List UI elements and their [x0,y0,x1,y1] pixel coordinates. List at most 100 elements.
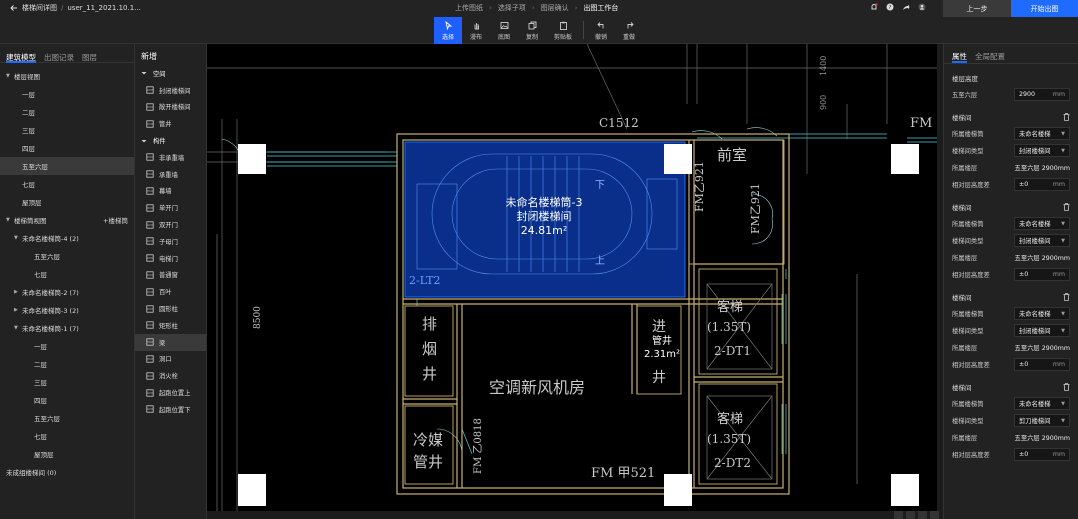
component-item[interactable]: 普通窗 [135,267,206,284]
tool-pan[interactable]: 漫布 [462,17,490,44]
property-select[interactable]: 未命名楼梯 ▼ [1014,127,1070,140]
trash-icon[interactable] [1063,293,1070,301]
tab-layers[interactable]: 图层 [82,52,97,62]
tree-item[interactable]: 七层 [0,427,134,445]
shaft-label[interactable]: 管井 2.31m² [642,335,682,361]
property-select[interactable]: 封闭楼梯间 ▼ [1014,234,1070,247]
crumb-layer-confirm[interactable]: 图层确认 [541,3,569,13]
prev-step-button[interactable]: 上一步 [943,0,1011,17]
notification-icon[interactable] [870,3,878,11]
tree-item[interactable]: 五至六层 [0,157,134,175]
height-diff-input[interactable]: ±0 mm [1014,268,1070,281]
crumb-select-item[interactable]: 选择子项 [498,3,526,13]
trash-icon[interactable] [1063,383,1070,391]
component-item[interactable]: 梁 [135,333,206,351]
view-fit-icon[interactable] [906,511,915,519]
component-group[interactable]: 构件 [135,132,206,149]
tree-item[interactable]: ▼ 楼层视图 [0,67,134,85]
tree-item[interactable]: 三层 [0,373,134,391]
tree-item[interactable]: 未成组楼梯间 (0) [0,463,134,481]
tree-item[interactable]: ▼ 未命名楼梯筒-4 (2) [0,229,134,247]
property-select[interactable]: 未命名楼梯 ▼ [1014,307,1070,320]
tree-item[interactable]: 七层 [0,175,134,193]
tree-item[interactable]: 二层 [0,103,134,121]
chevron-down-icon[interactable]: ▼ [6,217,14,223]
tool-copy[interactable]: 复制 [518,17,546,44]
add-stair-tube-button[interactable]: +楼梯筒 [103,215,128,225]
component-item[interactable]: 子母门 [135,233,206,250]
tab-global-config[interactable]: 全局配置 [975,51,1005,63]
chevron-right-icon[interactable]: ▶ [14,307,22,313]
tree-item[interactable]: 四层 [0,391,134,409]
trash-icon[interactable] [1063,203,1070,211]
tree-item[interactable]: 二层 [0,355,134,373]
chevron-down-icon[interactable]: ▼ [6,73,14,79]
component-item[interactable]: 百叶 [135,283,206,300]
floor-height-input[interactable]: 2900 mm [1014,88,1070,101]
view-minus-icon[interactable] [930,511,939,519]
tab-properties[interactable]: 属性 [952,51,967,63]
height-diff-input[interactable]: ±0 mm [1014,448,1070,461]
component-item[interactable]: 非承重墙 [135,149,206,166]
component-group[interactable]: 空间 [135,65,206,82]
tree-item[interactable]: 五至六层 [0,409,134,427]
component-item[interactable]: 幕墙 [135,183,206,200]
tree-item[interactable]: 一层 [0,337,134,355]
horizontal-scrollbar[interactable] [207,511,943,519]
back-button[interactable]: 楼梯间详图 / user_11_2021.10.1... [10,3,141,13]
help-icon[interactable]: ? [886,3,894,11]
drawing-canvas[interactable]: C1512 前室 FM 乙 FM乙921 FM乙921 2-LT2 下 上 85… [207,44,943,519]
height-diff-input[interactable]: ±0 mm [1014,358,1070,371]
component-item[interactable]: 电梯门 [135,250,206,267]
tool-redo[interactable]: 重做 [615,17,643,44]
component-item[interactable]: 封闭楼梯间 [135,82,206,99]
crumb-upload[interactable]: 上传图纸 [455,3,483,13]
user-icon[interactable] [918,3,926,11]
tree-item[interactable]: 四层 [0,139,134,157]
height-diff-input[interactable]: ±0 mm [1014,178,1070,191]
property-select[interactable]: 未命名楼梯 ▼ [1014,397,1070,410]
tree-item[interactable]: 屋顶层 [0,193,134,211]
tool-clipboard[interactable]: 剪贴板 [546,17,580,44]
view-corner-icon[interactable] [894,511,903,519]
property-select[interactable]: 未命名楼梯 ▼ [1014,217,1070,230]
tree-item[interactable]: ▼ 楼梯筒视图 +楼梯筒 [0,211,134,229]
start-output-button[interactable]: 开始出图 [1011,0,1078,17]
tree-item[interactable]: 七层 [0,265,134,283]
tree-item[interactable]: 三层 [0,121,134,139]
component-item[interactable]: 承重墙 [135,166,206,183]
tree-item[interactable]: ▼ 未命名楼梯筒-1 (7) [0,319,134,337]
component-item[interactable]: 矩形柱 [135,317,206,334]
tool-undo[interactable]: 撤销 [587,17,615,44]
property-select[interactable]: 封闭楼梯间 ▼ [1014,144,1070,157]
tree-item[interactable]: ▶ 未命名楼梯筒-2 (7) [0,283,134,301]
component-item[interactable]: 双开门 [135,216,206,233]
component-item[interactable]: 洞口 [135,351,206,368]
tool-base-image[interactable]: 底图 [490,17,518,44]
chevron-down-icon[interactable]: ▼ [14,325,22,331]
stairwell-label[interactable]: 未命名楼梯筒-3 封闭楼梯间 24.81m² [469,196,619,238]
trash-icon[interactable] [1063,113,1070,121]
chevron-right-icon[interactable]: ▶ [14,289,22,295]
chevron-down-icon[interactable]: ▼ [14,235,22,241]
tree-item[interactable]: 五至六层 [0,247,134,265]
section-title: 楼梯间 [952,294,972,302]
tree-item[interactable]: 一层 [0,85,134,103]
component-item[interactable]: 消火栓 [135,367,206,384]
component-item[interactable]: 敞开楼梯间 [135,99,206,116]
tool-select[interactable]: 选择 [434,17,462,44]
property-select[interactable]: 剪刀楼梯间 ▼ [1014,414,1070,427]
tree-item-label: 七层 [22,181,35,189]
component-item[interactable]: 管井 [135,115,206,132]
tree-item[interactable]: ▶ 未命名楼梯筒-3 (2) [0,301,134,319]
component-item[interactable]: 起跑位置下 [135,401,206,418]
property-select[interactable]: 封闭楼梯间 ▼ [1014,324,1070,337]
share-icon[interactable] [902,3,910,11]
component-item[interactable]: 圆形柱 [135,300,206,317]
tree-item[interactable]: 屋顶层 [0,445,134,463]
component-item[interactable]: 起跑位置上 [135,384,206,401]
tab-building-model[interactable]: 建筑模型 [6,52,36,63]
view-grid-icon[interactable] [918,511,927,519]
component-item[interactable]: 单开门 [135,199,206,216]
tab-output-records[interactable]: 出图记录 [44,52,74,62]
